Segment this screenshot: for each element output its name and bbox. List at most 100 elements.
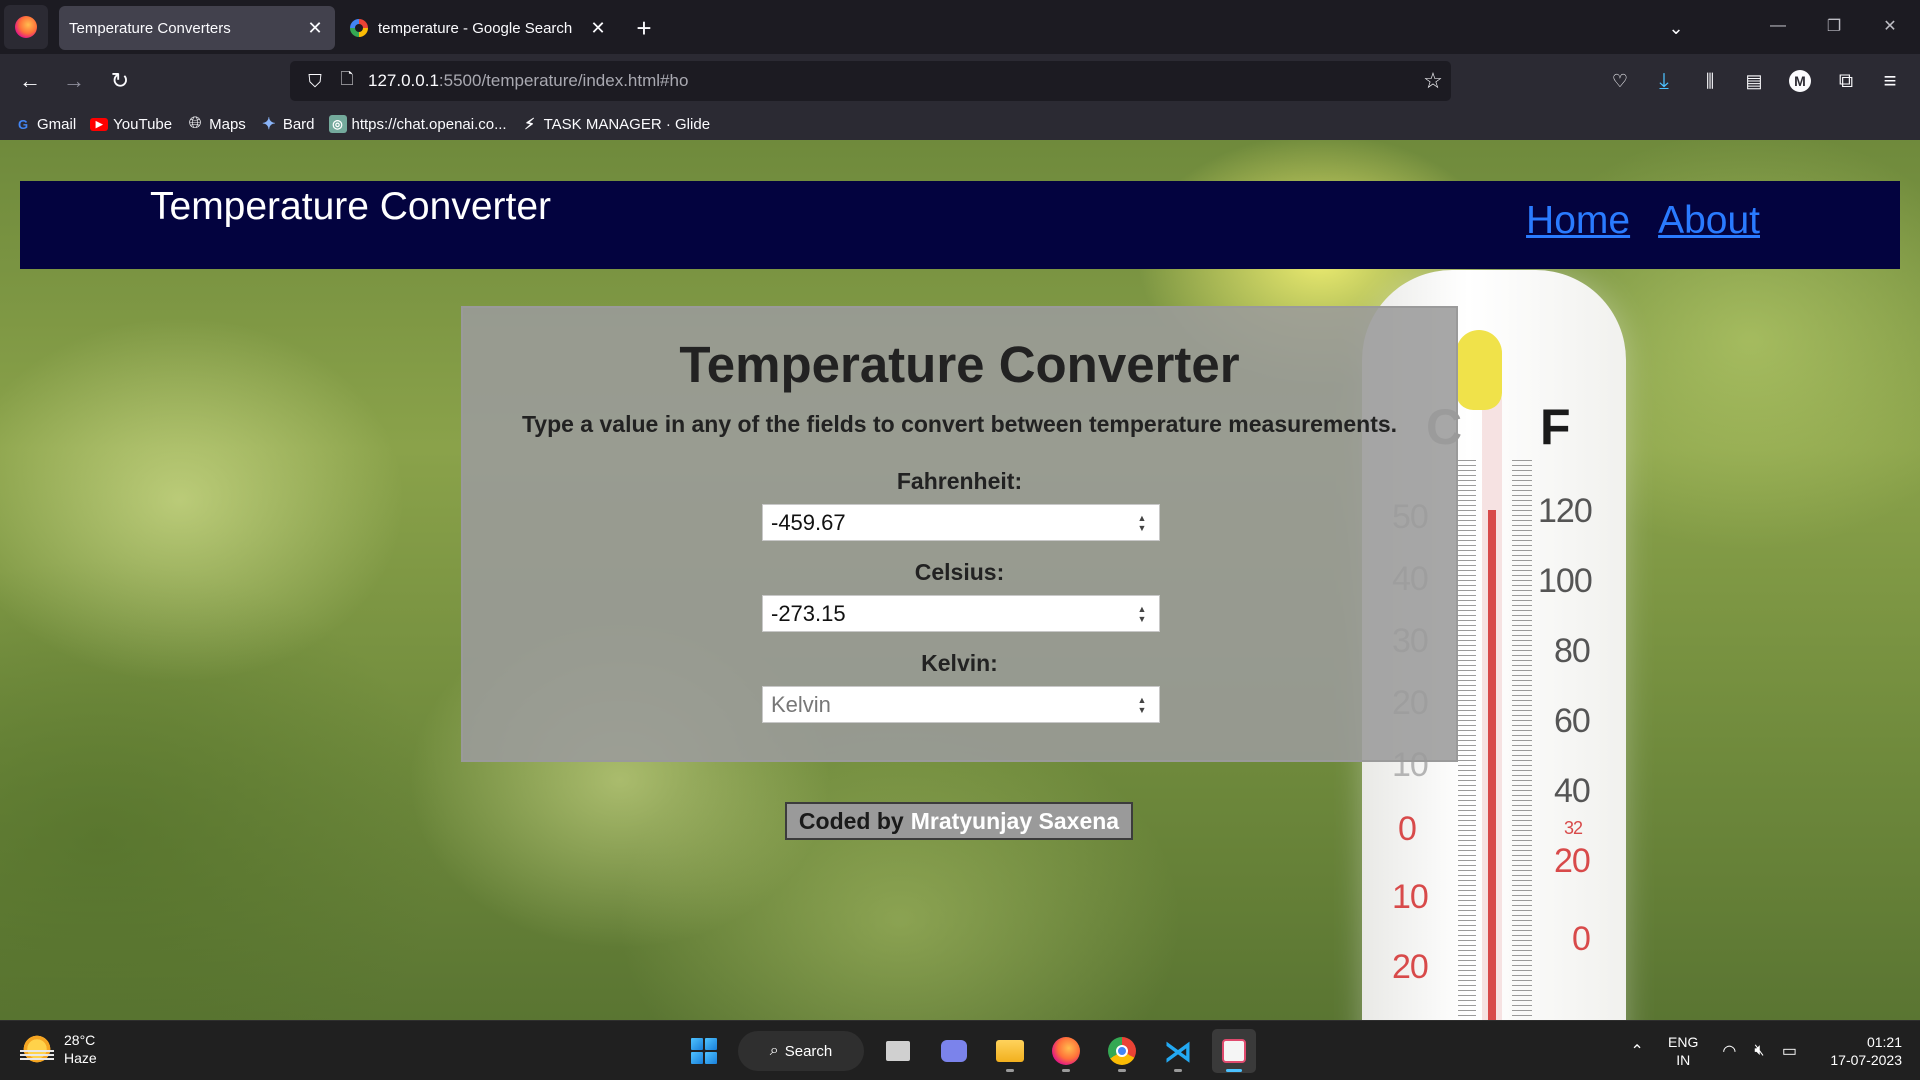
pocket-icon[interactable]: ♡ (1604, 65, 1636, 97)
fahrenheit-mark: 120 (1538, 492, 1593, 530)
bookmark-chatgpt[interactable]: ◎ https://chat.openai.co... (328, 115, 507, 133)
spin-up-icon[interactable]: ▲ (1138, 513, 1147, 523)
tab-temperature-converters[interactable]: Temperature Converters ✕ (59, 6, 335, 50)
restore-icon[interactable]: ❐ (1811, 10, 1857, 42)
spin-up-icon[interactable]: ▲ (1138, 604, 1147, 614)
downloads-icon[interactable]: ⤓ (1648, 65, 1680, 97)
page-icon[interactable]: 🗋 (332, 68, 362, 95)
windows-icon (691, 1038, 717, 1064)
google-icon (350, 19, 368, 37)
credit-prefix: Coded by (798, 807, 904, 834)
battery-icon[interactable]: ▭ (1774, 1041, 1804, 1061)
minimize-icon[interactable]: — (1755, 10, 1801, 42)
close-window-icon[interactable]: ✕ (1867, 10, 1913, 42)
vscode-taskbar-button[interactable]: ⋊ (1156, 1029, 1200, 1073)
fahrenheit-mark: 40 (1554, 772, 1591, 810)
fahrenheit-mark: 20 (1554, 842, 1591, 880)
spin-up-icon[interactable]: ▲ (1138, 695, 1147, 705)
wifi-icon[interactable]: ◠ (1714, 1041, 1744, 1061)
celsius-label: Celsius: (914, 559, 1005, 585)
spin-down-icon[interactable]: ▼ (1138, 705, 1147, 715)
site-nav: Home About (1526, 199, 1760, 243)
clock-date: 17-07-2023 (1830, 1052, 1902, 1068)
vscode-icon: ⋊ (1164, 1035, 1192, 1067)
number-spinner[interactable]: ▲ ▼ (1131, 601, 1153, 627)
clock[interactable]: 01:21 17-07-2023 (1830, 1033, 1902, 1069)
weather-temperature: 28°C (64, 1032, 96, 1048)
clock-time: 01:21 (1866, 1034, 1902, 1050)
sparkle-icon: ✦ (262, 116, 276, 133)
snipping-tool-taskbar-button[interactable] (1212, 1029, 1256, 1073)
account-icon[interactable]: M (1784, 65, 1816, 97)
taskbar-search[interactable]: ⌕ Search (738, 1031, 864, 1071)
kelvin-label: Kelvin: (921, 650, 998, 676)
chrome-taskbar-button[interactable] (1100, 1029, 1144, 1073)
folder-icon (996, 1040, 1024, 1062)
extensions-icon[interactable]: ⧉ (1830, 65, 1862, 97)
tab-google-search[interactable]: temperature - Google Search ✕ (342, 6, 618, 50)
library-icon[interactable]: ⫼ (1694, 65, 1726, 97)
teams-chat-button[interactable] (932, 1029, 976, 1073)
firefox-taskbar-button[interactable] (1044, 1029, 1088, 1073)
celsius-mark: 10 (1392, 878, 1429, 916)
url-text[interactable]: 127.0.0.1:5500/temperature/index.html#ho (362, 71, 1415, 91)
back-arrow-icon[interactable]: ← (14, 65, 46, 97)
reload-icon[interactable]: ↻ (104, 65, 136, 97)
browser-navigation-bar: ← → ↻ ⛉ 🗋 127.0.0.1:5500/temperature/ind… (0, 54, 1920, 108)
site-brand-title: Temperature Converter (150, 185, 552, 228)
spin-down-icon[interactable]: ▼ (1138, 614, 1147, 624)
converter-title: Temperature Converter (679, 336, 1240, 393)
region-code: IN (1676, 1052, 1691, 1068)
nav-link-home[interactable]: Home (1526, 199, 1630, 243)
address-bar[interactable]: ⛉ 🗋 127.0.0.1:5500/temperature/index.htm… (290, 61, 1451, 101)
fahrenheit-mark: 100 (1538, 562, 1593, 600)
fahrenheit-input[interactable]: -459.67 ▲ ▼ (762, 504, 1160, 541)
new-tab-button[interactable]: + (628, 12, 660, 44)
bookmark-task-manager[interactable]: ⚡︎ TASK MANAGER · Glide (521, 115, 710, 134)
spin-down-icon[interactable]: ▼ (1138, 523, 1147, 533)
forward-arrow-icon[interactable]: → (58, 65, 90, 97)
site-header: Temperature Converter Home About (20, 181, 1900, 269)
task-view-icon (886, 1041, 910, 1061)
converter-instructions: Type a value in any of the fields to con… (521, 411, 1398, 437)
file-explorer-button[interactable] (988, 1029, 1032, 1073)
celsius-value: -273.15 (771, 600, 846, 626)
number-spinner[interactable]: ▲ ▼ (1131, 692, 1153, 718)
running-indicator (1118, 1069, 1126, 1072)
fahrenheit-scale-ticks (1512, 460, 1532, 1020)
system-tray: ⌃ ENG IN ◠ 🔇︎ ▭ 01:21 17-07-2023 (1622, 1021, 1920, 1080)
menu-icon[interactable]: ≡ (1874, 65, 1906, 97)
celsius-mark: 0 (1398, 810, 1417, 848)
bookmark-youtube[interactable]: ▶ YouTube (90, 116, 172, 133)
globe-icon: 🌐︎ (188, 115, 202, 132)
shield-icon[interactable]: ⛉ (298, 71, 332, 92)
glide-icon: ⚡︎ (524, 116, 535, 133)
firefox-icon (1052, 1037, 1080, 1065)
bookmark-star-icon[interactable]: ☆ (1415, 68, 1451, 94)
nav-link-about[interactable]: About (1658, 199, 1760, 243)
fahrenheit-value: -459.67 (771, 509, 846, 535)
task-view-button[interactable] (876, 1029, 920, 1073)
kelvin-input[interactable]: Kelvin ▲ ▼ (762, 686, 1160, 723)
bookmark-bard[interactable]: ✦ Bard (260, 115, 315, 134)
search-icon: ⌕ (769, 1042, 779, 1059)
openai-icon: ◎ (328, 115, 347, 133)
chevron-up-icon[interactable]: ⌃ (1622, 1041, 1652, 1061)
close-icon[interactable]: ✕ (303, 16, 327, 40)
sidebar-icon[interactable]: ▤ (1738, 65, 1770, 97)
close-icon[interactable]: ✕ (586, 16, 610, 40)
youtube-icon: ▶ (90, 117, 109, 131)
number-spinner[interactable]: ▲ ▼ (1131, 510, 1153, 536)
start-button[interactable] (682, 1029, 726, 1073)
credit-badge: Coded by Mratyunjay Saxena (785, 802, 1133, 840)
celsius-input[interactable]: -273.15 ▲ ▼ (762, 595, 1160, 632)
list-all-tabs-button[interactable]: ⌄ (1660, 12, 1692, 44)
firefox-view-button[interactable] (4, 5, 48, 49)
bookmark-maps[interactable]: 🌐︎ Maps (186, 115, 246, 133)
input-language[interactable]: ENG IN (1668, 1033, 1698, 1069)
weather-widget[interactable]: 28°C Haze (20, 1031, 97, 1067)
volume-muted-icon[interactable]: 🔇︎ (1744, 1042, 1774, 1060)
bookmark-label: Bard (282, 115, 315, 133)
page-viewport: C F 50 40 30 20 10 0 10 20 120 100 80 60… (0, 140, 1920, 1020)
bookmark-gmail[interactable]: G Gmail (14, 115, 76, 133)
